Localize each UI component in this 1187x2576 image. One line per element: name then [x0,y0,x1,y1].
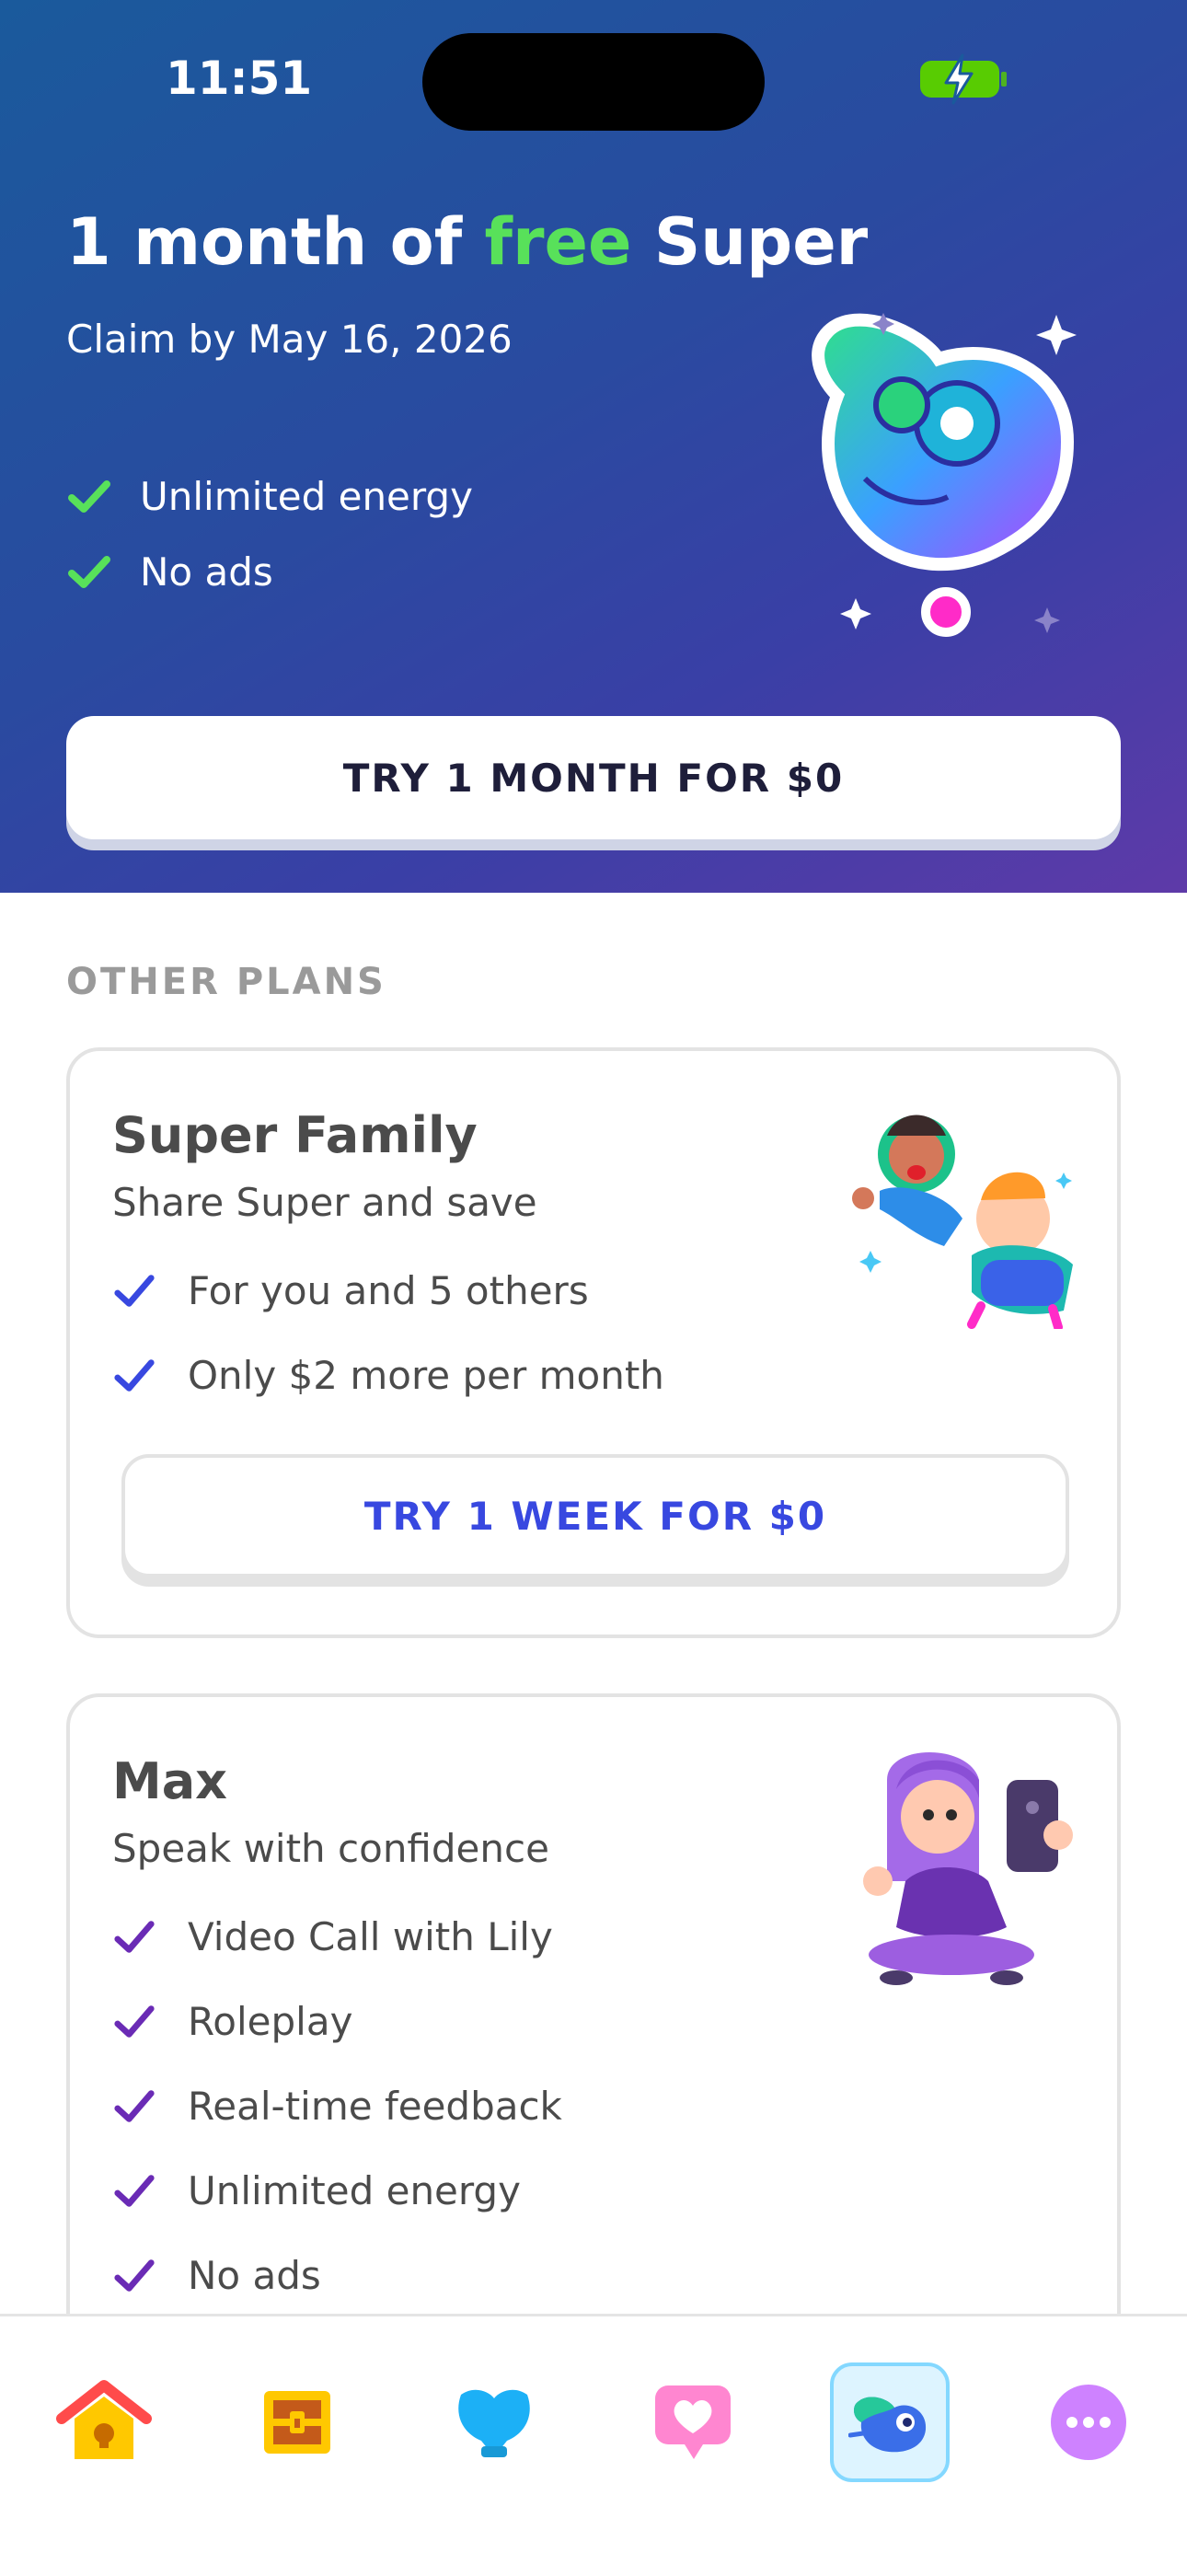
plan-feature-label: Unlimited energy [188,2168,521,2213]
plan-feature-label: Roleplay [188,1999,353,2044]
tab-hearts[interactable] [633,2362,753,2482]
plan-feature: For you and 5 others [112,1268,589,1313]
promo-title-part2: Super [631,204,869,280]
check-icon [114,1274,155,1307]
plan-feature: Unlimited energy [112,2168,521,2213]
super-family-plan-card: Super Family Share Super and save For yo… [66,1047,1121,1638]
treasure-chest-icon [264,2391,330,2454]
promo-title-highlight: free [484,204,632,280]
plan-subtitle: Speak with confidence [112,1826,549,1871]
promo-feature-label: Unlimited energy [140,473,473,519]
plan-feature: Video Call with Lily [112,1914,553,1959]
plan-feature-label: Only $2 more per month [188,1353,664,1398]
promo-deadline: Claim by May 16, 2026 [66,317,513,362]
battery-cap [1001,72,1007,87]
tab-home[interactable] [44,2362,164,2482]
more-icon [1051,2385,1126,2460]
plan-feature-label: Real-time feedback [188,2084,562,2129]
try-month-free-button[interactable]: TRY 1 MONTH FOR $0 [66,716,1121,839]
shield-icon [458,2389,530,2457]
lily-character-illustration [863,1752,1073,1985]
tab-leagues[interactable] [434,2362,554,2482]
super-promo-hero: 11:51 1 month of free Super Claim by May… [0,0,1187,893]
check-icon [114,1920,155,1953]
charging-bolt-icon [944,53,974,105]
tab-quests[interactable] [237,2362,357,2482]
check-icon [68,480,110,513]
promo-title-part1: 1 month of [66,204,485,280]
check-icon [68,556,110,588]
promo-feature: No ads [66,549,273,595]
dynamic-island [422,33,765,131]
family-characters-illustration [852,1115,1073,1329]
check-icon [114,2258,155,2292]
plan-feature: Only $2 more per month [112,1353,664,1398]
plan-title: Max [112,1752,228,1810]
plan-subtitle: Share Super and save [112,1180,537,1225]
promo-feature: Unlimited energy [66,473,473,519]
plan-feature-label: No ads [188,2253,321,2298]
plan-title: Super Family [112,1106,478,1164]
tab-super[interactable] [830,2362,950,2482]
heart-bubble-icon [655,2385,731,2459]
promo-feature-label: No ads [140,549,273,595]
check-icon [114,2174,155,2207]
promo-title: 1 month of free Super [66,204,868,280]
plan-feature-label: Video Call with Lily [188,1914,553,1959]
max-plan-card: Max Speak with confidence Video Call wit… [66,1693,1121,2393]
home-icon [56,2380,152,2459]
status-time: 11:51 [166,52,313,105]
check-icon [114,1358,155,1392]
plan-feature: Roleplay [112,1999,352,2044]
super-owl-illustration [812,313,1077,637]
check-icon [114,2004,155,2038]
super-owl-icon [848,2397,927,2453]
tab-more[interactable] [1029,2362,1148,2482]
plan-feature: Real-time feedback [112,2084,562,2129]
bottom-tab-bar [0,2314,1187,2576]
plan-feature-label: For you and 5 others [188,1268,589,1313]
other-plans-heading: OTHER PLANS [66,961,386,1003]
try-week-free-button[interactable]: TRY 1 WEEK FOR $0 [121,1454,1069,1577]
plan-feature: No ads [112,2253,321,2298]
check-icon [114,2089,155,2122]
